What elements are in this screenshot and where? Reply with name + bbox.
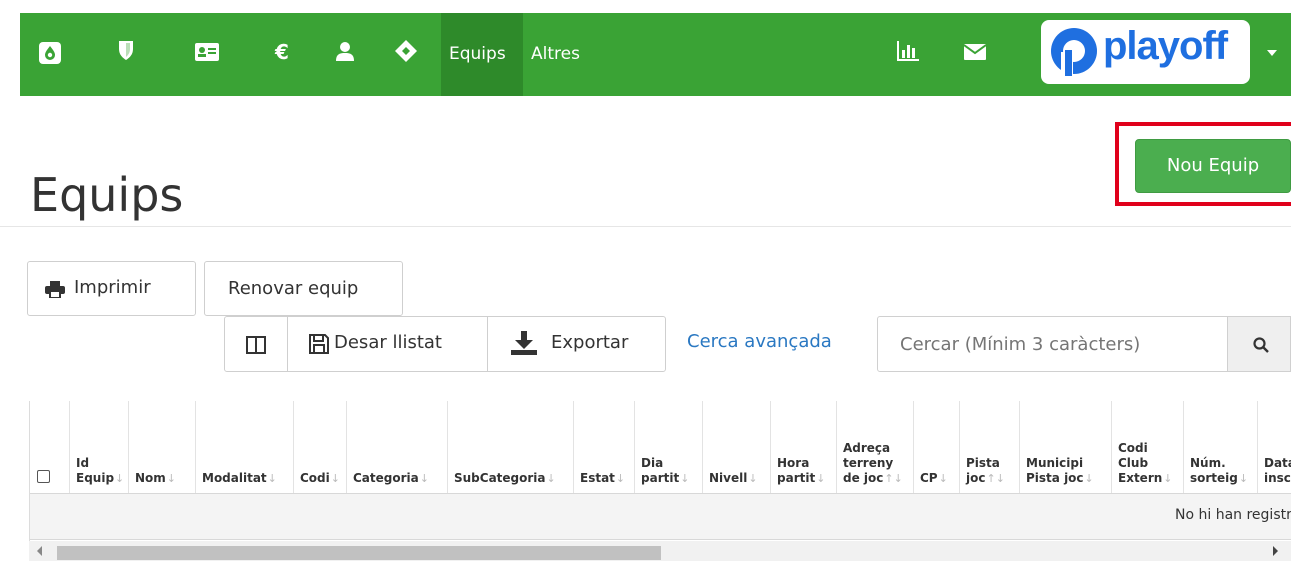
column-header[interactable]: Nivell↓	[703, 401, 771, 493]
brand-logo[interactable]: playoff	[1041, 20, 1250, 84]
euro-icon[interactable]: €	[275, 40, 289, 64]
floppy-disk-icon	[309, 334, 329, 354]
select-all-header	[30, 401, 70, 493]
column-header[interactable]: Adreça terreny de joc↑↓	[837, 401, 914, 493]
column-header[interactable]: Hora partit↓	[771, 401, 837, 493]
renew-label: Renovar equip	[228, 278, 359, 299]
page-title: Equips	[30, 167, 184, 222]
column-header[interactable]: Codi↓	[294, 401, 347, 493]
ticket-icon[interactable]	[394, 39, 418, 67]
shield-icon[interactable]	[118, 39, 134, 65]
printer-icon	[45, 281, 65, 298]
nav-equips[interactable]: Equips	[449, 44, 506, 64]
print-button[interactable]: Imprimir	[27, 261, 196, 316]
select-all-checkbox[interactable]	[37, 470, 50, 483]
column-header[interactable]: Modalitat↓	[196, 401, 294, 493]
playoff-logo-icon	[1051, 28, 1097, 78]
search-input[interactable]	[877, 316, 1228, 372]
brand-name: playoff	[1103, 24, 1228, 68]
export-button[interactable]: Exportar	[487, 316, 666, 372]
search-icon	[1253, 337, 1269, 353]
teams-table: Id Equip↓ Nom↓ Modalitat↓ Codi↓ Categoria…	[29, 401, 1291, 541]
download-icon	[511, 331, 537, 355]
column-header[interactable]: Codi Club Extern↓	[1112, 401, 1184, 493]
column-header[interactable]: CP↓	[914, 401, 960, 493]
envelope-icon[interactable]	[963, 44, 987, 64]
horizontal-scrollbar[interactable]	[29, 541, 1291, 561]
column-header[interactable]: Municipi Pista joc↓	[1020, 401, 1112, 493]
scroll-right-arrow[interactable]	[1273, 546, 1278, 556]
scroll-left-arrow[interactable]	[37, 546, 42, 556]
empty-message: No hi han registres	[1175, 507, 1291, 523]
nav-altres[interactable]: Altres	[531, 44, 580, 64]
column-header[interactable]: Categoria↓	[347, 401, 448, 493]
column-header[interactable]: Estat↓	[574, 401, 635, 493]
user-icon[interactable]	[336, 41, 354, 65]
table-row	[30, 494, 1291, 540]
renew-team-button[interactable]: Renovar equip	[204, 261, 403, 316]
column-header[interactable]: Datainscripció	[1258, 401, 1291, 493]
id-card-icon[interactable]	[195, 43, 219, 65]
divider	[0, 226, 1291, 227]
columns-icon	[246, 336, 266, 354]
column-header[interactable]: Núm. sorteig↓	[1184, 401, 1258, 493]
column-header[interactable]: SubCategoria↓	[448, 401, 574, 493]
chevron-down-icon[interactable]	[1267, 50, 1277, 56]
top-navbar: € Equips Altres playoff	[20, 13, 1291, 96]
column-header[interactable]: Pista joc↑↓	[960, 401, 1020, 493]
column-header[interactable]: Nom↓	[129, 401, 196, 493]
search-button[interactable]	[1227, 316, 1291, 372]
export-label: Exportar	[551, 332, 629, 353]
print-label: Imprimir	[74, 277, 151, 298]
advanced-search-link[interactable]: Cerca avançada	[687, 331, 832, 352]
bar-chart-icon[interactable]	[897, 41, 919, 65]
new-team-button[interactable]: Nou Equip	[1135, 139, 1291, 193]
column-header[interactable]: Id Equip↓	[70, 401, 129, 493]
save-list-label: Desar llistat	[334, 332, 442, 353]
drop-icon[interactable]	[38, 41, 62, 69]
column-header[interactable]: Dia partit↓	[635, 401, 703, 493]
save-list-button[interactable]: Desar llistat	[287, 316, 488, 372]
scrollbar-thumb[interactable]	[57, 546, 661, 560]
columns-toggle-button[interactable]	[224, 316, 288, 372]
